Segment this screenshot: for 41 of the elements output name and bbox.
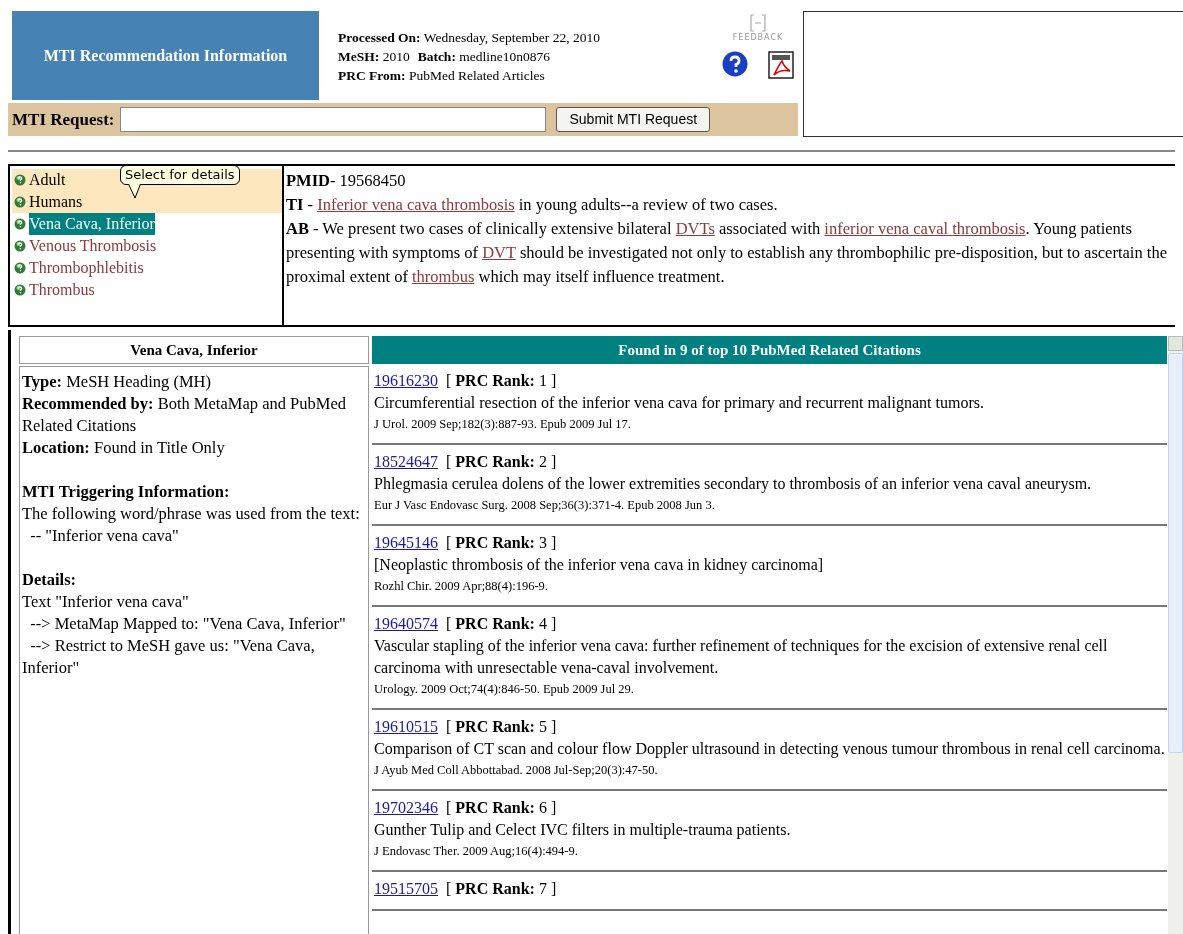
title-banner: MTI Recommendation Information (12, 11, 319, 100)
rank-text: [ PRC Rank: 1 ] (446, 371, 557, 391)
rank-text: [ PRC Rank: 2 ] (446, 452, 557, 472)
detail-text: Type: MeSH Heading (MH) (22, 371, 212, 393)
citation-source: Eur J Vasc Endovasc Surg. 2008 Sep;36(3):371-4. Epub 2008 Jun 3. (374, 497, 716, 514)
detail-heading: Details: (22, 569, 78, 591)
pmid-text: PMID- 19568450 (286, 170, 407, 192)
citation-source: Rozhl Chir. 2009 Apr;88(4):196-9. (374, 578, 549, 595)
citation-title: Circumferential resection of the inferior vena cava for primary and recurrent malignant tumors. (374, 393, 985, 414)
detail-heading: MTI Triggering Information: (22, 481, 231, 503)
info-text: Processed On: Wednesday, September 22, 2010 (338, 29, 600, 47)
citation-title: Phlegmasia cerulea dolens of the lower extremities secondary to thrombosis of an inferior vena caval aneurysm. (374, 474, 1093, 495)
abstract-text: TI - Inferior vena cava thrombosis in young adults--a review of two cases. (286, 194, 779, 216)
detail-text: The following word/phrase was used from the text: (22, 503, 361, 525)
info-text: MeSH: 2010 (338, 48, 410, 66)
info-text: PRC From: PubMed Related Articles (338, 67, 545, 85)
citations-header: Found in 9 of top 10 PubMed Related Citations (372, 336, 1167, 364)
rank-text: [ PRC Rank: 6 ] (446, 798, 557, 818)
detail-text: --> Restrict to MeSH gave us: "Vena Cava, Inferior" (22, 635, 316, 679)
rank-text: [ PRC Rank: 5 ] (446, 717, 557, 737)
rank-text: [ PRC Rank: 4 ] (446, 614, 557, 634)
detail-text: Recommended by: Both MetaMap and PubMed Related Citations (22, 393, 347, 437)
rank-text: [ PRC Rank: 7 ] (446, 879, 557, 899)
citation-source: Urology. 2009 Oct;74(4):846-50. Epub 2009 Jul 29. (374, 681, 635, 698)
abstract-text: AB - We present two cases of clinically extensive bilateral DVTs associated with inferior vena caval thrombosis. Young patients presenting with symptoms of DVT should be investigated not only to establish any thrombophilic pre-disposition, but to ascertain the proximal extent of thrombus which may itself influence treatment. (286, 218, 1168, 288)
detail-text: -- "Inferior vena cava" (29, 525, 180, 547)
detail-text: Text "Inferior vena cava" (22, 591, 190, 613)
citation-title: Gunther Tulip and Celect IVC filters in multiple-trauma patients. (374, 820, 792, 841)
citation-source: J Ayub Med Coll Abbottabad. 2008 Jul-Sep;20(3):47-50. (374, 762, 659, 779)
rank-text: [ PRC Rank: 3 ] (446, 533, 557, 553)
tooltip: Select for details (120, 165, 240, 199)
citation-title: Vascular stapling of the inferior vena cava: further refinement of techniques for the excision of extensive renal cell carcinoma with unresectable vena-caval involvement. (374, 636, 1109, 678)
detail-title: Vena Cava, Inferior (19, 336, 369, 364)
detail-text: --> MetaMap Mapped to: "Vena Cava, Inferior" (29, 613, 347, 635)
citation-source: J Endovasc Ther. 2009 Aug;16(4):494-9. (374, 843, 579, 860)
request-label: MTI Request: (12, 108, 115, 131)
info-text: Batch: medline10n0876 (417, 48, 550, 66)
citation-source: J Urol. 2009 Sep;182(3):887-93. Epub 2009 Jul 17. (374, 416, 632, 433)
citation-title: Comparison of CT scan and colour flow Doppler ultrasound in detecting venous tumour thrombous in renal cell carcinoma. (374, 739, 1165, 760)
detail-text: Location: Found in Title Only (22, 437, 226, 459)
citation-title: [Neoplastic thrombosis of the inferior vena cava in kidney carcinoma] (374, 555, 825, 576)
